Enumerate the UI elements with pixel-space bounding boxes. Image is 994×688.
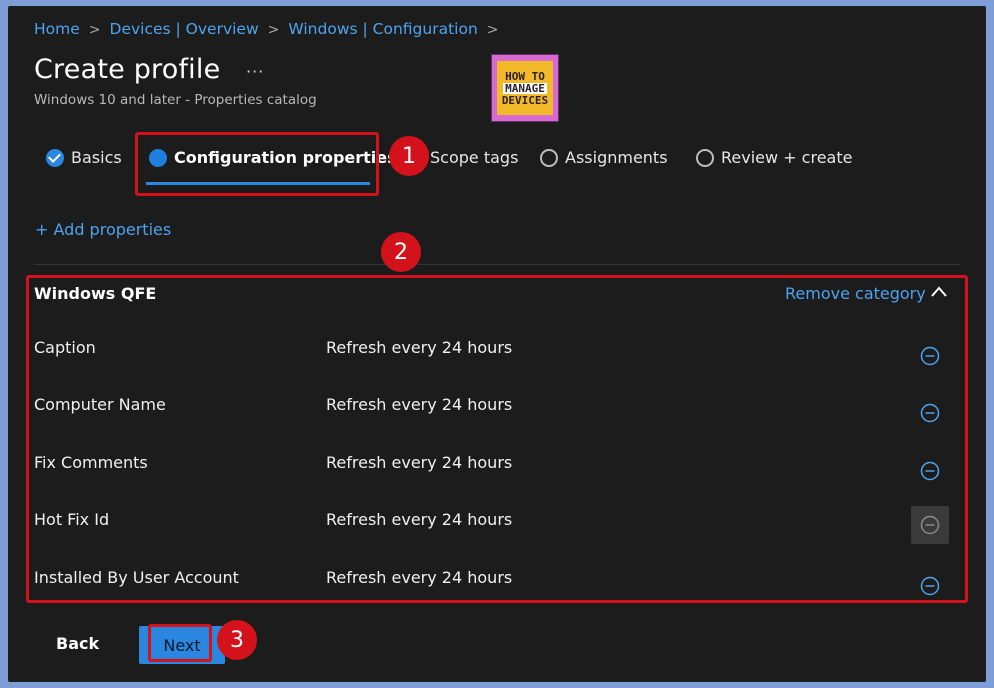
chevron-up-icon[interactable] xyxy=(929,282,949,302)
remove-category-link[interactable]: Remove category xyxy=(785,284,926,303)
tab-basics[interactable]: Basics xyxy=(46,148,122,167)
logo-line: DEVICES xyxy=(501,93,549,107)
property-row: Caption Refresh every 24 hours xyxy=(34,338,954,378)
page-subtitle: Windows 10 and later - Properties catalo… xyxy=(34,92,317,108)
minus-circle-icon xyxy=(920,461,940,481)
annotation-badge-2: 2 xyxy=(381,232,421,272)
property-name: Fix Comments xyxy=(34,453,148,472)
minus-circle-icon xyxy=(920,403,940,423)
tab-label: Review + create xyxy=(721,148,853,167)
remove-property-button[interactable] xyxy=(916,572,944,600)
property-value: Refresh every 24 hours xyxy=(326,338,513,357)
property-value: Refresh every 24 hours xyxy=(326,510,513,529)
annotation-badge-1: 1 xyxy=(389,136,429,176)
logo-line: HOW TO xyxy=(505,69,545,83)
minus-circle-icon xyxy=(920,576,940,596)
breadcrumb-separator: > xyxy=(486,22,499,38)
logo-line: MANAGE xyxy=(503,81,547,95)
property-value: Refresh every 24 hours xyxy=(326,395,513,414)
property-value: Refresh every 24 hours xyxy=(326,568,513,587)
how-to-manage-devices-logo: HOW TO MANAGE DEVICES xyxy=(491,54,559,122)
property-row: Computer Name Refresh every 24 hours xyxy=(34,395,954,435)
breadcrumb-windows-configuration[interactable]: Windows | Configuration xyxy=(288,20,477,38)
more-options-button[interactable]: ··· xyxy=(246,62,264,81)
property-name: Hot Fix Id xyxy=(34,510,110,529)
breadcrumb-separator: > xyxy=(88,22,101,38)
next-button-label: Next xyxy=(163,635,201,655)
next-button[interactable]: Next xyxy=(139,626,225,664)
divider xyxy=(34,264,960,265)
property-row: Installed By User Account Refresh every … xyxy=(34,568,954,608)
tab-configuration-properties[interactable]: Configuration properties xyxy=(149,148,397,167)
tab-label: Assignments xyxy=(565,148,668,167)
category-title: Windows QFE xyxy=(34,284,157,303)
breadcrumb-home[interactable]: Home xyxy=(34,20,80,38)
tab-label: Basics xyxy=(71,148,122,167)
minus-circle-icon xyxy=(920,515,940,535)
wizard-steps: Basics Configuration properties Scope ta… xyxy=(8,146,986,186)
property-name: Installed By User Account xyxy=(34,568,239,587)
breadcrumb-separator: > xyxy=(267,22,280,38)
remove-property-button[interactable] xyxy=(916,342,944,370)
property-row: Hot Fix Id Refresh every 24 hours xyxy=(34,506,954,550)
empty-circle-icon xyxy=(696,148,714,167)
breadcrumb: Home > Devices | Overview > Windows | Config… xyxy=(34,20,508,38)
tab-review-create[interactable]: Review + create xyxy=(696,148,852,167)
back-button[interactable]: Back xyxy=(56,634,99,653)
breadcrumb-devices-overview[interactable]: Devices | Overview xyxy=(110,20,259,38)
page-title: Create profile xyxy=(34,54,221,85)
check-circle-icon xyxy=(46,148,64,167)
tab-assignments[interactable]: Assignments xyxy=(540,148,668,167)
remove-property-button[interactable] xyxy=(916,399,944,427)
highlight-box-category xyxy=(26,275,968,603)
remove-property-button[interactable] xyxy=(911,506,949,544)
property-name: Caption xyxy=(34,338,96,357)
property-name: Computer Name xyxy=(34,395,166,414)
current-step-icon xyxy=(149,148,167,167)
app-frame: Home > Devices | Overview > Windows | Config… xyxy=(8,6,986,682)
tab-label: Configuration properties xyxy=(174,148,397,167)
add-properties-link[interactable]: + Add properties xyxy=(35,220,171,239)
tab-label: Scope tags xyxy=(430,148,519,167)
remove-property-button[interactable] xyxy=(916,457,944,485)
property-row: Fix Comments Refresh every 24 hours xyxy=(34,453,954,493)
annotation-badge-3: 3 xyxy=(217,620,257,660)
property-value: Refresh every 24 hours xyxy=(326,453,513,472)
minus-circle-icon xyxy=(920,346,940,366)
empty-circle-icon xyxy=(540,148,558,167)
active-tab-underline xyxy=(146,182,370,185)
